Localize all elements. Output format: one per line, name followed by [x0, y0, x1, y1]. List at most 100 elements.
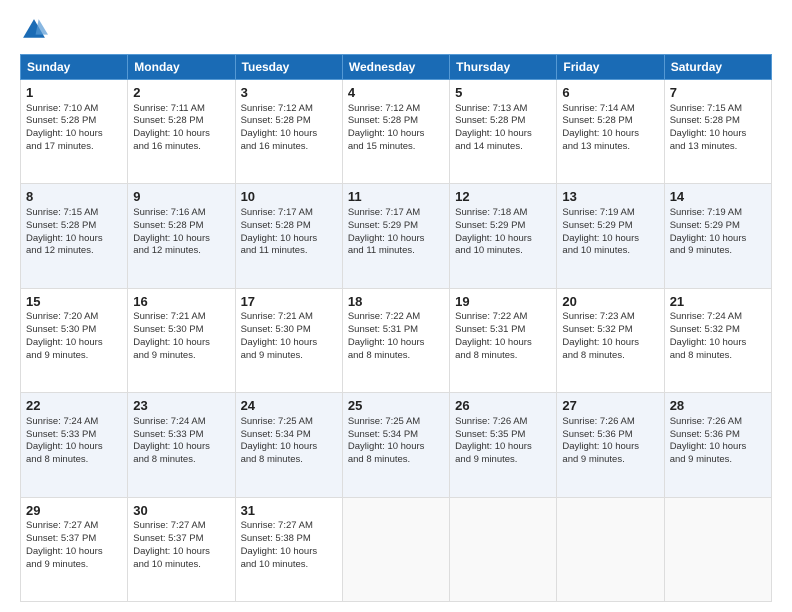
- sunset-label: Sunset: 5:28 PM: [241, 115, 311, 126]
- sunrise-label: Sunrise: 7:21 AM: [241, 311, 313, 322]
- daylight-label: Daylight: 10 hours: [26, 441, 103, 452]
- sunrise-label: Sunrise: 7:25 AM: [241, 416, 313, 427]
- daylight-label: Daylight: 10 hours: [133, 128, 210, 139]
- sunset-label: Sunset: 5:30 PM: [26, 324, 96, 335]
- calendar-cell: 15Sunrise: 7:20 AM Sunset: 5:30 PM Dayligh…: [21, 288, 128, 392]
- sunset-label: Sunset: 5:36 PM: [670, 429, 740, 440]
- sunrise-label: Sunrise: 7:15 AM: [670, 103, 742, 114]
- calendar-week-row: 15Sunrise: 7:20 AM Sunset: 5:30 PM Dayligh…: [21, 288, 772, 392]
- sunset-label: Sunset: 5:29 PM: [348, 220, 418, 231]
- calendar-cell: 21Sunrise: 7:24 AMSunset: 5:32 PMDayligh…: [664, 288, 771, 392]
- sunrise-label: Sunrise: 7:22 AM: [348, 311, 420, 322]
- daylight-label: Daylight: 10 hours: [562, 337, 639, 348]
- daylight-minutes: and 11 minutes.: [241, 245, 308, 256]
- sunrise-label: Sunrise: 7:22 AM: [455, 311, 527, 322]
- sunrise-label: Sunrise: 7:20 AM: [26, 311, 98, 322]
- day-number: 11: [348, 188, 444, 206]
- calendar-cell: 2Sunrise: 7:11 AMSunset: 5:28 PMDaylight…: [128, 80, 235, 184]
- daylight-label: Daylight: 10 hours: [133, 337, 210, 348]
- sunrise-label: Sunrise: 7:19 AM: [670, 207, 742, 218]
- calendar-cell: 25Sunrise: 7:25 AMSunset: 5:34 PMDayligh…: [342, 393, 449, 497]
- daylight-minutes: and 11 minutes.: [348, 245, 415, 256]
- daylight-label: Daylight: 10 hours: [26, 337, 103, 348]
- daylight-label: Daylight: 10 hours: [455, 128, 532, 139]
- calendar-day-header: Saturday: [664, 55, 771, 80]
- daylight-label: Daylight: 10 hours: [241, 337, 318, 348]
- logo-icon: [20, 16, 48, 44]
- daylight-minutes: and 9 minutes.: [562, 454, 624, 465]
- calendar-cell: [342, 497, 449, 601]
- daylight-label: Daylight: 10 hours: [348, 233, 425, 244]
- header: [20, 16, 772, 44]
- day-number: 21: [670, 293, 766, 311]
- daylight-label: Daylight: 10 hours: [26, 128, 103, 139]
- sunrise-label: Sunrise: 7:25 AM: [348, 416, 420, 427]
- daylight-label: Daylight: 10 hours: [241, 441, 318, 452]
- daylight-minutes: and 9 minutes.: [455, 454, 517, 465]
- day-number: 23: [133, 397, 229, 415]
- calendar-cell: 11Sunrise: 7:17 AM Sunset: 5:29 PM Dayligh…: [342, 184, 449, 288]
- daylight-minutes: and 8 minutes.: [133, 454, 195, 465]
- day-number: 7: [670, 84, 766, 102]
- calendar-header-row: SundayMondayTuesdayWednesdayThursdayFrid…: [21, 55, 772, 80]
- daylight-label: Daylight: 10 hours: [562, 233, 639, 244]
- daylight-label: Daylight: 10 hours: [26, 233, 103, 244]
- sunrise-label: Sunrise: 7:12 AM: [241, 103, 313, 114]
- sunrise-label: Sunrise: 7:24 AM: [133, 416, 205, 427]
- calendar-cell: 27Sunrise: 7:26 AMSunset: 5:36 PMDayligh…: [557, 393, 664, 497]
- sunset-label: Sunset: 5:28 PM: [455, 115, 525, 126]
- sunset-label: Sunset: 5:30 PM: [241, 324, 311, 335]
- day-number: 12: [455, 188, 551, 206]
- daylight-minutes: and 9 minutes.: [26, 559, 88, 570]
- daylight-minutes: and 8 minutes.: [26, 454, 88, 465]
- daylight-minutes: and 15 minutes.: [348, 141, 416, 152]
- page: SundayMondayTuesdayWednesdayThursdayFrid…: [0, 0, 792, 612]
- day-number: 10: [241, 188, 337, 206]
- calendar-day-header: Thursday: [450, 55, 557, 80]
- calendar-day-header: Sunday: [21, 55, 128, 80]
- daylight-minutes: and 8 minutes.: [348, 454, 410, 465]
- daylight-label: Daylight: 10 hours: [348, 337, 425, 348]
- day-number: 22: [26, 397, 122, 415]
- calendar-cell: 20Sunrise: 7:23 AMSunset: 5:32 PMDayligh…: [557, 288, 664, 392]
- daylight-label: Daylight: 10 hours: [348, 441, 425, 452]
- day-number: 27: [562, 397, 658, 415]
- sunset-label: Sunset: 5:28 PM: [26, 115, 96, 126]
- day-number: 14: [670, 188, 766, 206]
- sunset-label: Sunset: 5:32 PM: [562, 324, 632, 335]
- daylight-minutes: and 10 minutes.: [133, 559, 201, 570]
- daylight-minutes: and 12 minutes.: [26, 245, 94, 256]
- day-number: 29: [26, 502, 122, 520]
- day-number: 16: [133, 293, 229, 311]
- calendar-cell: 7Sunrise: 7:15 AMSunset: 5:28 PMDaylight…: [664, 80, 771, 184]
- calendar-week-row: 29Sunrise: 7:27 AMSunset: 5:37 PMDayligh…: [21, 497, 772, 601]
- daylight-label: Daylight: 10 hours: [455, 337, 532, 348]
- daylight-minutes: and 13 minutes.: [562, 141, 630, 152]
- daylight-minutes: and 16 minutes.: [133, 141, 201, 152]
- sunrise-label: Sunrise: 7:23 AM: [562, 311, 634, 322]
- sunset-label: Sunset: 5:28 PM: [26, 220, 96, 231]
- daylight-label: Daylight: 10 hours: [455, 233, 532, 244]
- calendar-cell: 30Sunrise: 7:27 AMSunset: 5:37 PMDayligh…: [128, 497, 235, 601]
- sunset-label: Sunset: 5:28 PM: [133, 220, 203, 231]
- calendar-week-row: 1Sunrise: 7:10 AMSunset: 5:28 PMDaylight…: [21, 80, 772, 184]
- sunrise-label: Sunrise: 7:17 AM: [348, 207, 420, 218]
- sunrise-label: Sunrise: 7:14 AM: [562, 103, 634, 114]
- sunset-label: Sunset: 5:28 PM: [241, 220, 311, 231]
- sunset-label: Sunset: 5:28 PM: [562, 115, 632, 126]
- daylight-minutes: and 12 minutes.: [133, 245, 201, 256]
- sunset-label: Sunset: 5:31 PM: [455, 324, 525, 335]
- sunrise-label: Sunrise: 7:26 AM: [670, 416, 742, 427]
- daylight-minutes: and 13 minutes.: [670, 141, 738, 152]
- daylight-minutes: and 9 minutes.: [26, 350, 88, 361]
- calendar-cell: 17Sunrise: 7:21 AMSunset: 5:30 PMDayligh…: [235, 288, 342, 392]
- sunset-label: Sunset: 5:31 PM: [348, 324, 418, 335]
- sunrise-label: Sunrise: 7:16 AM: [133, 207, 205, 218]
- daylight-minutes: and 8 minutes.: [562, 350, 624, 361]
- daylight-label: Daylight: 10 hours: [562, 441, 639, 452]
- day-number: 25: [348, 397, 444, 415]
- sunset-label: Sunset: 5:28 PM: [133, 115, 203, 126]
- calendar-day-header: Wednesday: [342, 55, 449, 80]
- day-number: 15: [26, 293, 122, 311]
- day-number: 4: [348, 84, 444, 102]
